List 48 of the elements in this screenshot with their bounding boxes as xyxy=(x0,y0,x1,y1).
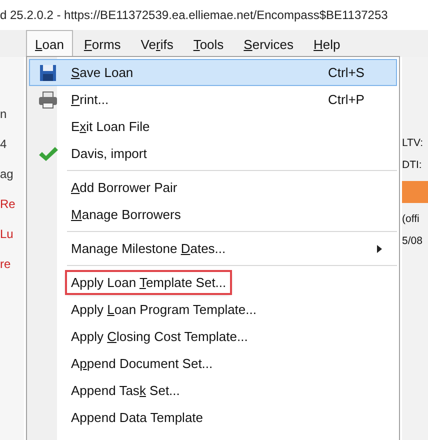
menu-item[interactable]: Print... Ctrl+P xyxy=(29,86,397,113)
menu-item[interactable]: Append Task Set... xyxy=(29,377,397,404)
menu-bar-item[interactable]: Services xyxy=(234,30,303,57)
partial-text: ag xyxy=(0,167,14,181)
partial-text: 4 xyxy=(0,137,8,151)
menu-item-label: Exit Loan File xyxy=(70,118,151,136)
menu-item-label: Add Borrower Pair xyxy=(70,179,178,197)
partial-text: n xyxy=(0,107,8,121)
partial-text: LTV: xyxy=(402,137,424,149)
menu-item[interactable]: Add Borrower Pair xyxy=(29,174,397,201)
status-bar-strip xyxy=(402,181,428,203)
window-title: d 25.2.0.2 - https://BE11372539.ea.elliemae.net/Encompass$BE1137253 xyxy=(0,7,389,24)
partial-text: re xyxy=(0,257,12,271)
menu-bar-item[interactable]: Tools xyxy=(184,30,233,57)
partial-text: 5/08 xyxy=(402,235,424,247)
menu-item[interactable]: Exit Loan File xyxy=(29,113,397,140)
menu-bar-item[interactable]: Verifs xyxy=(132,30,182,57)
menu-item-label: Apply Loan Program Template... xyxy=(70,301,258,319)
menu-bar-item[interactable]: Help xyxy=(304,30,350,57)
menu-item-label: Append Data Template xyxy=(70,409,204,427)
menu-item-label: Append Document Set... xyxy=(70,355,214,373)
menu-item-label: Apply Loan Template Set... xyxy=(67,272,230,293)
checkmark-icon xyxy=(38,146,58,162)
menu-bar-item[interactable]: Loan xyxy=(26,30,73,57)
menu-item[interactable]: Apply Loan Program Template... xyxy=(29,296,397,323)
menu-item[interactable]: Manage Milestone Dates... xyxy=(29,235,397,262)
menu-item[interactable]: Save Loan Ctrl+S xyxy=(29,59,397,86)
menu-item-label: Print... xyxy=(70,91,110,109)
menu-item[interactable]: Append Data Template xyxy=(29,404,397,431)
printer-icon xyxy=(38,90,58,108)
shortcut-text: Ctrl+S xyxy=(328,65,366,80)
menu-bar-item[interactable]: Forms xyxy=(74,30,130,57)
shortcut-text: Ctrl+P xyxy=(328,92,366,107)
menu-item[interactable]: Apply Loan Template Set... xyxy=(29,269,397,296)
partial-text: DTI: xyxy=(402,159,423,171)
menu-item[interactable]: Apply Closing Cost Template... xyxy=(29,323,397,350)
menu-item[interactable]: Append Document Set... xyxy=(29,350,397,377)
menu-item-label: Davis, import xyxy=(70,145,148,163)
menu-item[interactable]: Davis, import xyxy=(29,140,397,167)
partial-text: Re xyxy=(0,197,16,211)
partial-text: Lu xyxy=(0,227,14,241)
partial-text: (offi xyxy=(402,213,420,225)
menu-item-label: Manage Milestone Dates... xyxy=(70,240,227,258)
menu-item-label: Append Task Set... xyxy=(70,382,181,400)
menu-item[interactable]: Manage Borrowers xyxy=(29,201,397,228)
menu-item-label: Save Loan xyxy=(70,64,134,82)
menu-item-label: Apply Closing Cost Template... xyxy=(70,328,249,346)
menu-item-label: Manage Borrowers xyxy=(70,206,182,224)
